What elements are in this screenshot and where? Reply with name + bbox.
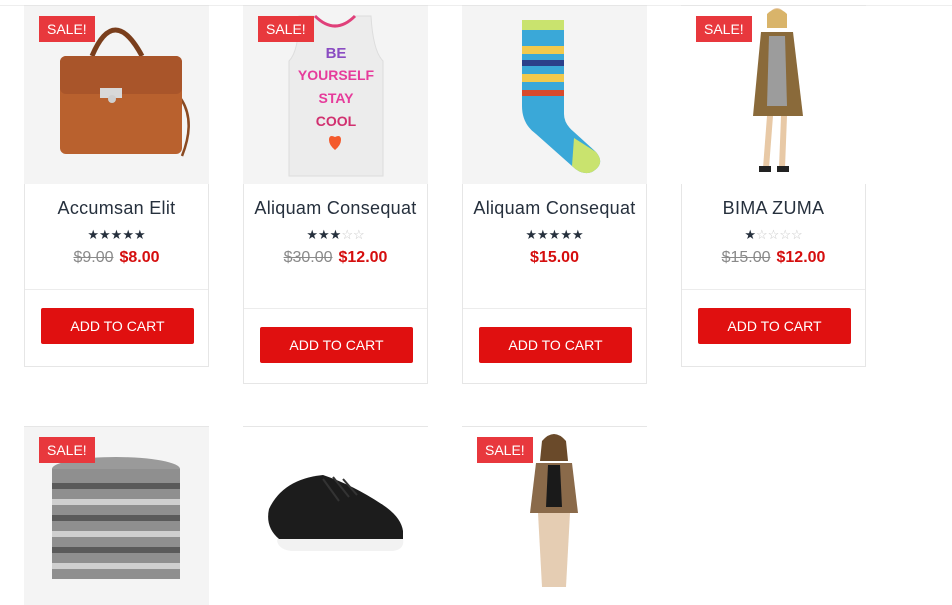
tank-text-line: YOURSELF [298, 67, 375, 83]
sale-price: $12.00 [776, 249, 826, 266]
card-divider [244, 308, 427, 309]
rating-stars: ★☆☆☆☆ [744, 227, 803, 242]
add-to-cart-button[interactable]: ADD TO CART [41, 308, 194, 344]
product-card[interactable]: SALE! Accumsan Elit ★★★★★ $9.00 $8.00 ADD… [24, 5, 209, 367]
card-divider [463, 308, 646, 309]
product-image-bag[interactable]: SALE! [24, 6, 209, 184]
sale-badge: SALE! [39, 437, 95, 463]
add-to-cart-button[interactable]: ADD TO CART [260, 327, 413, 363]
sale-price: $8.00 [119, 249, 160, 266]
price-value: $15.00 [530, 249, 579, 266]
old-price: $9.00 [73, 249, 114, 266]
tank-text-line: COOL [316, 113, 357, 129]
old-price: $15.00 [721, 249, 771, 266]
product-title[interactable]: Aliquam Consequat [244, 199, 427, 218]
product-image-sneaker[interactable] [243, 427, 428, 605]
tank-text-line: STAY [318, 90, 354, 106]
rating-stars: ★★★☆☆ [306, 227, 365, 242]
product-image-bracelet[interactable]: SALE! [24, 427, 209, 605]
sale-badge: SALE! [696, 16, 752, 42]
product-card[interactable] [243, 426, 428, 605]
product-title[interactable]: Accumsan Elit [25, 199, 208, 218]
product-image-socks[interactable] [462, 6, 647, 184]
card-divider [682, 289, 865, 290]
sale-badge: SALE! [39, 16, 95, 42]
sale-price: $12.00 [338, 249, 388, 266]
tank-text-line: BE [326, 45, 347, 62]
product-image-coat[interactable]: SALE! [681, 6, 866, 184]
product-card[interactable]: SALE! [462, 426, 647, 605]
sale-badge: SALE! [258, 16, 314, 42]
rating-stars: ★★★★★ [87, 227, 146, 242]
product-card[interactable]: BE YOURSELF STAY COOL SALE! Aliquam Cons… [243, 5, 428, 384]
sale-badge: SALE! [477, 437, 533, 463]
price: $15.00 $12.00 [682, 249, 865, 267]
product-card[interactable]: SALE! [24, 426, 209, 605]
product-title[interactable]: Aliquam Consequat [463, 199, 646, 218]
product-card[interactable]: Aliquam Consequat ★★★★★ $15.00 ADD TO CA… [462, 5, 647, 384]
product-card[interactable]: SALE! BIMA ZUMA ★☆☆☆☆ $15.00 $12.00 ADD T… [681, 5, 866, 367]
price: $9.00 $8.00 [25, 249, 208, 267]
add-to-cart-button[interactable]: ADD TO CART [698, 308, 851, 344]
old-price: $30.00 [283, 249, 333, 266]
rating-stars: ★★★★★ [525, 227, 584, 242]
price: $15.00 [463, 249, 646, 267]
add-to-cart-button[interactable]: ADD TO CART [479, 327, 632, 363]
product-image-jacket[interactable]: SALE! [462, 427, 647, 605]
product-image-tank-top[interactable]: BE YOURSELF STAY COOL SALE! [243, 6, 428, 184]
price: $30.00 $12.00 [244, 249, 427, 267]
card-divider [25, 289, 208, 290]
product-title[interactable]: BIMA ZUMA [682, 199, 865, 218]
